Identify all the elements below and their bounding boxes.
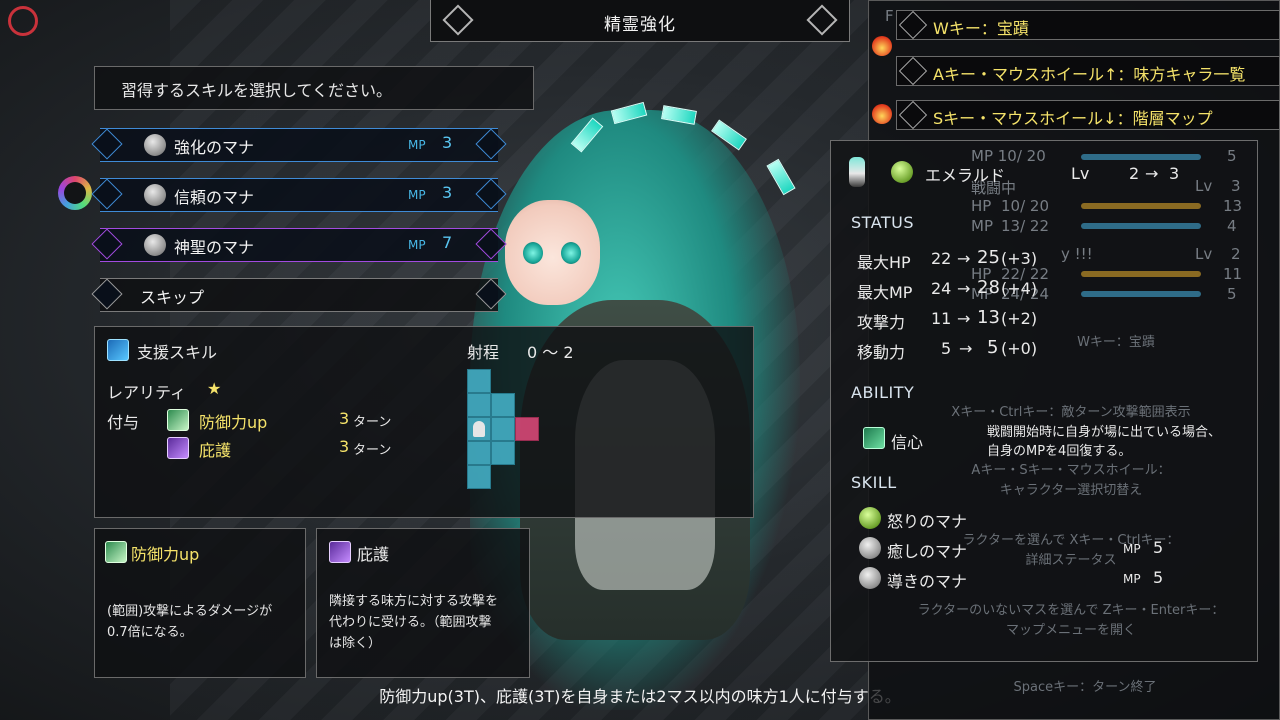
level-arrow: → [1145,164,1159,183]
ability-header: ABILITY [851,383,915,402]
mp-label: MP [408,238,426,252]
ability-name: 信心 [891,433,924,452]
rarity-stars: ★ [207,379,222,398]
range-cell-target [515,417,539,441]
skill-option-1[interactable]: 強化のマナ MP 3 [91,128,507,162]
effect-panel-cover: 庇護 隣接する味方に対する攻撃を 代わりに受ける。（範囲攻撃 は除く） [316,528,530,678]
character-status-panel: MP 10/ 20 5 戦闘中 Lv 3 HP 10/ 20 13 MP 13/… [830,140,1258,662]
skill-header: SKILL [851,473,897,492]
character-name: エメラルド [925,166,1006,185]
range-cell [467,465,491,489]
mana-orb-icon [144,134,166,156]
range-cell [467,393,491,417]
effect-turn-unit: ターン [353,443,392,458]
window-title-bar: 精霊強化 [430,0,850,42]
mana-orb-icon [144,184,166,206]
range-cell [467,441,491,465]
mp-value: 7 [442,233,453,252]
mana-orb-icon [144,234,166,256]
grant-label: 付与 [107,413,140,432]
mp-value: 3 [442,133,453,152]
ability-description: 戦闘開始時に自身が場に出ている場合、 自身のMPを4回復する。 [987,425,1222,459]
ability-icon [863,427,885,449]
range-cell [467,369,491,393]
character-sprite-icon [849,157,865,187]
fire-element-icon [872,104,892,124]
range-value: 0 〜 2 [527,343,574,362]
instruction-box: 習得するスキルを選択してください。 [94,66,534,110]
cover-icon [329,541,351,563]
status-header: STATUS [851,213,915,232]
range-cell [491,441,515,465]
effect-name-defense-up: 防御力up [199,413,268,432]
effect-panel-title: 庇護 [357,545,390,564]
skill-option-name: 強化のマナ [174,138,255,157]
range-cell [491,393,515,417]
effect-name-cover: 庇護 [199,441,232,460]
effect-turns: 3 [339,409,350,428]
window-title: 精霊強化 [604,15,676,35]
instruction-text: 習得するスキルを選択してください。 [121,81,393,100]
skill-option-2[interactable]: 信頼のマナ MP 3 [91,178,507,212]
mp-label: MP [408,188,426,202]
stat-label-move: 移動力 [857,343,906,362]
effect-turns: 3 [339,437,350,456]
range-label: 射程 [467,343,500,362]
effect-panel-defense-up: 防御力up (範囲)攻撃によるダメージが 0.7倍になる。 [94,528,306,678]
effect-panel-body: 隣接する味方に対する攻撃を 代わりに受ける。（範囲攻撃 は除く） [329,594,499,651]
mp-value: 3 [442,183,453,202]
eye-left [523,242,543,264]
cover-icon [167,437,189,459]
hint-s-key: Sキー・マウスホイール↓：階層マップ [896,100,1280,130]
eye-right [561,242,581,264]
skill-option-name: 神聖のマナ [174,238,255,257]
known-skill-name: 癒しのマナ [887,542,968,561]
support-skill-icon [107,339,129,361]
rarity-label: レアリティ [107,383,187,402]
effect-panel-title: 防御力up [131,545,200,564]
mp-label: MP [408,138,426,152]
character-illustration-face [505,200,600,305]
defense-up-icon [167,409,189,431]
level-from: 2 [1129,164,1140,183]
space-key-hint: Spaceキー：ターン終了 [1013,680,1157,695]
skill-option-3[interactable]: 神聖のマナ MP 7 [91,228,507,262]
stat-label-max-hp: 最大HP [857,253,911,272]
hint-w-key: Wキー：宝蹟 [896,10,1280,40]
level-label: Lv [1071,164,1090,183]
mana-orb-icon [859,567,881,589]
effect-turn-unit: ターン [353,415,392,430]
fire-element-icon [872,36,892,56]
caster-figure-icon [473,421,485,437]
skill-detail-panel: 支援スキル 射程 0 〜 2 レアリティ ★ 付与 防御力up 3 ターン 庇護… [94,326,754,518]
selection-cursor-icon [58,176,92,210]
level-to: 3 [1169,164,1180,183]
known-skill-name: 怒りのマナ [887,512,968,531]
defense-up-icon [105,541,127,563]
hint-a-key: Aキー・マウスホイール↑：味方キャラ一覧 [896,56,1280,86]
element-orb-icon [891,161,913,183]
stat-label-max-mp: 最大MP [857,283,913,302]
range-cell [491,417,515,441]
skip-option[interactable]: スキップ [91,278,507,312]
skill-option-name: 信頼のマナ [174,188,255,207]
stat-label-attack: 攻撃力 [857,313,906,332]
skip-label: スキップ [140,288,205,307]
mana-orb-icon [859,507,881,529]
mana-orb-icon [859,537,881,559]
party-list-header: F [885,7,894,25]
game-logo-icon [8,6,38,36]
effect-panel-body: (範囲)攻撃によるダメージが 0.7倍になる。 [107,604,273,640]
skill-type: 支援スキル [137,343,218,362]
known-skill-name: 導きのマナ [887,572,968,591]
